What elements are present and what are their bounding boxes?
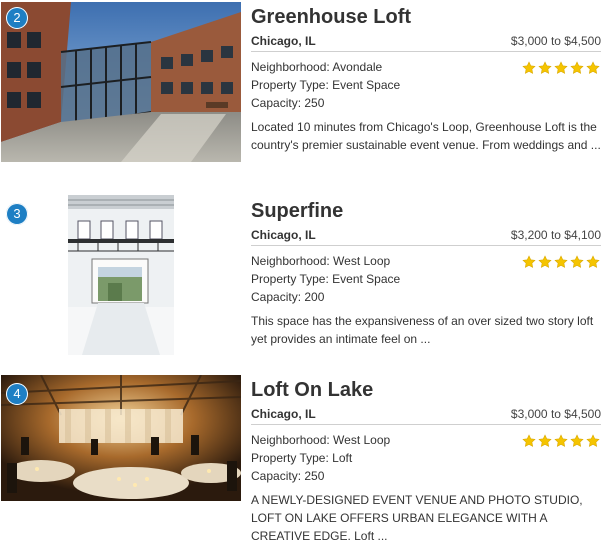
star-icon <box>554 61 568 74</box>
capacity: Capacity: 200 <box>251 290 325 304</box>
star-icon <box>538 61 552 74</box>
star-icon <box>522 61 536 74</box>
property-type: Property Type: Loft <box>251 451 353 465</box>
star-icon <box>538 255 552 268</box>
interior-photo-icon[interactable] <box>68 195 174 355</box>
city: Chicago, IL <box>251 407 316 421</box>
city: Chicago, IL <box>251 34 316 48</box>
star-icon <box>586 434 600 447</box>
venue-name-link[interactable]: Greenhouse Loft <box>251 6 601 28</box>
rank-badge: 4 <box>6 383 28 405</box>
capacity: Capacity: 250 <box>251 469 325 483</box>
star-rating <box>520 255 600 269</box>
details: Neighborhood: West Loop Property Type: L… <box>251 431 601 485</box>
capacity: Capacity: 250 <box>251 96 325 110</box>
location-price-row: Chicago, IL $3,200 to $4,100 <box>251 228 601 246</box>
venue-name-link[interactable]: Superfine <box>251 200 601 222</box>
star-icon <box>570 255 584 268</box>
listing-info: Greenhouse Loft Chicago, IL $3,000 to $4… <box>251 6 601 154</box>
price-range: $3,000 to $4,500 <box>510 34 601 48</box>
listing-info: Loft On Lake Chicago, IL $3,000 to $4,50… <box>251 379 601 545</box>
venue-name-link[interactable]: Loft On Lake <box>251 379 601 401</box>
description: A NEWLY-DESIGNED EVENT VENUE AND PHOTO S… <box>251 493 583 543</box>
star-icon <box>522 255 536 268</box>
star-rating <box>520 61 600 75</box>
details: Neighborhood: Avondale Property Type: Ev… <box>251 58 601 112</box>
property-type: Property Type: Event Space <box>251 78 401 92</box>
star-icon <box>522 434 536 447</box>
listing-info: Superfine Chicago, IL $3,200 to $4,100 N… <box>251 200 601 348</box>
location-price-row: Chicago, IL $3,000 to $4,500 <box>251 34 601 52</box>
star-rating <box>520 434 600 448</box>
rank-badge: 2 <box>6 7 28 29</box>
price-range: $3,000 to $4,500 <box>510 407 601 421</box>
star-icon <box>554 434 568 447</box>
location-price-row: Chicago, IL $3,000 to $4,500 <box>251 407 601 425</box>
description: This space has the expansiveness of an o… <box>251 314 594 346</box>
star-icon <box>538 434 552 447</box>
star-icon <box>554 255 568 268</box>
price-range: $3,200 to $4,100 <box>510 228 601 242</box>
building-photo-icon[interactable] <box>1 2 241 162</box>
star-icon <box>586 255 600 268</box>
star-icon <box>586 61 600 74</box>
banquet-photo-icon[interactable] <box>1 375 241 501</box>
property-type: Property Type: Event Space <box>251 272 401 286</box>
star-icon <box>570 61 584 74</box>
star-icon <box>570 434 584 447</box>
details: Neighborhood: West Loop Property Type: E… <box>251 252 601 306</box>
description: Located 10 minutes from Chicago's Loop, … <box>251 120 601 152</box>
rank-badge: 3 <box>6 203 28 225</box>
city: Chicago, IL <box>251 228 316 242</box>
